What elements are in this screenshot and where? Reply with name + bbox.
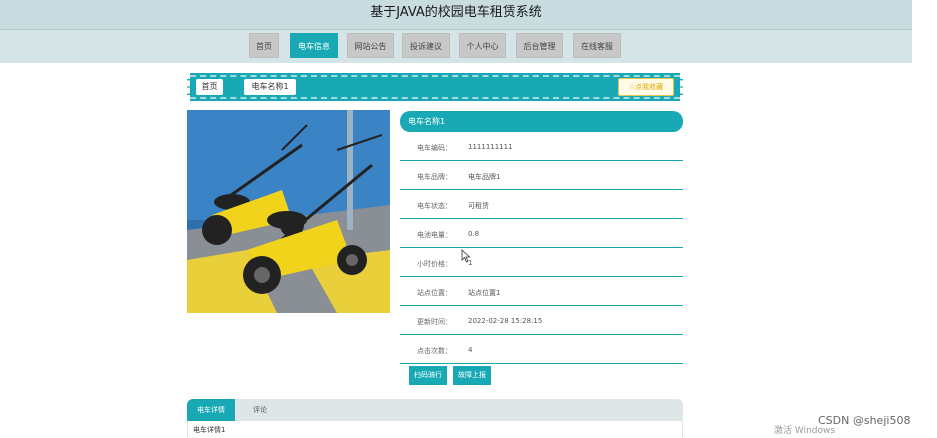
- nav-personal-center[interactable]: 个人中心: [459, 33, 506, 58]
- nav-complaints[interactable]: 投诉建议: [402, 33, 450, 58]
- info-value: 4: [468, 346, 473, 354]
- site-title: 基于JAVA的校园电车租赁系统: [0, 0, 912, 30]
- detail-tabs: 电车详情 评论: [187, 399, 683, 421]
- main-nav: 首页 电车信息 网站公告 投诉建议 个人中心 后台管理 在线客服: [0, 30, 912, 63]
- ebike-name-header: 电车名称1: [400, 111, 683, 132]
- info-label: 站点位置：: [417, 289, 452, 297]
- nav-announcements[interactable]: 网站公告: [347, 33, 394, 58]
- favorite-button[interactable]: ☆点我收藏: [618, 78, 674, 96]
- detail-panel: 电车详情1: [187, 421, 683, 438]
- info-value: 2022-02-28 15:28:15: [468, 317, 543, 325]
- info-row-battery: 电池电量： 0.8: [400, 219, 683, 248]
- info-value: 站点位置1: [468, 289, 501, 297]
- info-row-clicks: 点击次数： 4: [400, 335, 683, 364]
- info-label: 点击次数：: [417, 347, 452, 355]
- nav-home[interactable]: 首页: [249, 33, 279, 58]
- info-label: 电池电量：: [417, 231, 452, 239]
- info-row-brand: 电车品牌： 电车品牌1: [400, 161, 683, 190]
- info-row-status: 电车状态： 可租赁: [400, 190, 683, 219]
- info-value: 1111111111: [468, 143, 513, 151]
- info-row-station: 站点位置： 站点位置1: [400, 277, 683, 306]
- info-value: 可租赁: [468, 202, 489, 210]
- ebike-image: [187, 110, 390, 313]
- breadcrumb-current: 电车名称1: [244, 79, 296, 95]
- info-value: 0.8: [468, 230, 480, 238]
- mouse-cursor-icon: [461, 249, 471, 263]
- info-label: 电车编码：: [417, 144, 452, 152]
- page: 基于JAVA的校园电车租赁系统 首页 电车信息 网站公告 投诉建议 个人中心 后…: [0, 0, 912, 438]
- ebike-photo: [187, 110, 390, 313]
- tab-ebike-details[interactable]: 电车详情: [187, 399, 235, 421]
- info-row-hourly-price: 小时价格： 1: [400, 248, 683, 277]
- info-label: 电车状态：: [417, 202, 452, 210]
- info-label: 小时价格：: [417, 260, 452, 268]
- info-value: 电车品牌1: [468, 173, 501, 181]
- csdn-watermark: CSDN @sheji508: [818, 414, 911, 427]
- detail-text: 电车详情1: [193, 426, 226, 434]
- breadcrumb: 首页 电车名称1 ☆点我收藏: [187, 73, 683, 101]
- nav-ebike-info[interactable]: 电车信息: [290, 33, 338, 58]
- breadcrumb-home[interactable]: 首页: [196, 79, 223, 95]
- nav-online-service[interactable]: 在线客服: [573, 33, 621, 58]
- info-row-updated: 更新时间： 2022-02-28 15:28:15: [400, 306, 683, 335]
- report-fault-button[interactable]: 故障上报: [453, 366, 491, 385]
- info-label: 电车品牌：: [417, 173, 452, 181]
- info-label: 更新时间：: [417, 318, 452, 326]
- tab-comments[interactable]: 评论: [245, 399, 275, 421]
- info-row-code: 电车编码： 1111111111: [400, 132, 683, 161]
- nav-admin[interactable]: 后台管理: [516, 33, 563, 58]
- scan-ride-button[interactable]: 扫码骑行: [409, 366, 447, 385]
- content-area: 首页 电车名称1 ☆点我收藏 电车名称1 电车编码： 1111111111 电车…: [0, 63, 912, 438]
